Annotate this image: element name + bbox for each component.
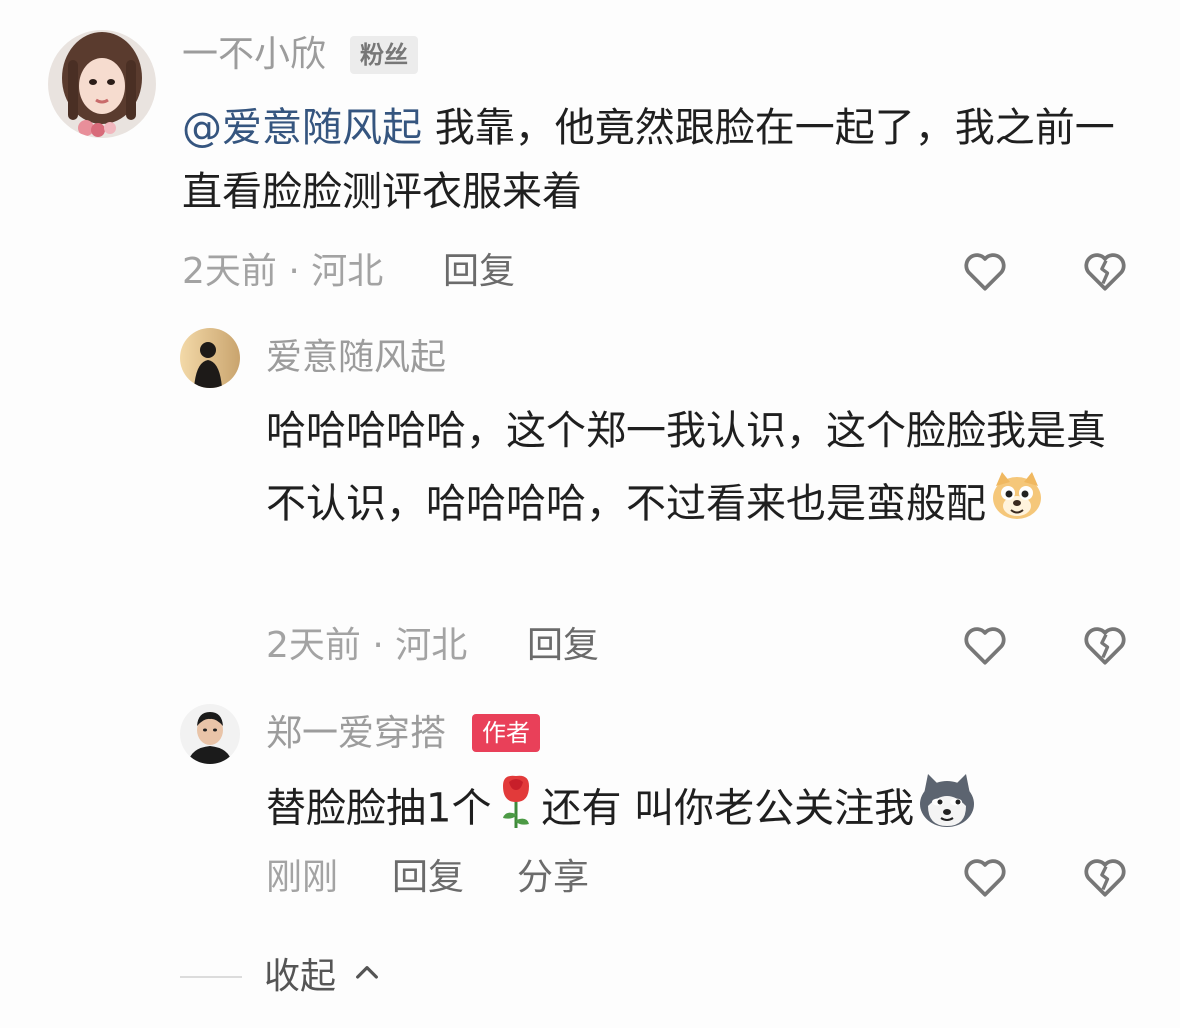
heart-icon[interactable]: [960, 852, 1010, 902]
comment-text-2: 哈哈哈哈哈，这个郑一我认识，这个脸脸我是真不认识，哈哈哈哈，不过看来也是蛮般配: [266, 396, 1126, 546]
mention-link[interactable]: @爱意随风起: [182, 105, 422, 151]
comment-body-3a: 替脸脸抽1个: [266, 785, 492, 832]
comment-text-1: @爱意随风起 我靠，他竟然跟脸在一起了，我之前一直看脸脸测评衣服来着: [182, 96, 1142, 224]
username-1[interactable]: 一不小欣: [182, 33, 326, 77]
rose-emoji: [493, 772, 539, 849]
comment-body-3b: 还有 叫你老公关注我: [541, 785, 915, 832]
collapse-button[interactable]: 收起: [264, 955, 383, 1000]
man-avatar-icon: [180, 704, 240, 764]
username-3[interactable]: 郑一爱穿搭: [266, 712, 446, 756]
comment-meta-2: 2天前 · 河北: [266, 625, 468, 666]
comment-time-3: 刚刚: [266, 857, 339, 898]
comment-text-3: 替脸脸抽1个 还有 叫你老公关注我: [266, 772, 1146, 849]
heart-icon[interactable]: [960, 620, 1010, 670]
comment-meta-1: 2天前 · 河北: [182, 251, 384, 292]
share-button[interactable]: 分享: [517, 856, 589, 900]
author-badge: 作者: [472, 714, 540, 752]
dog-emoji: [988, 466, 1046, 546]
fan-badge: 粉丝: [350, 36, 418, 74]
heart-icon[interactable]: [960, 246, 1010, 296]
husky-emoji: [916, 772, 978, 849]
username-2[interactable]: 爱意随风起: [266, 336, 446, 380]
collapse-label: 收起: [264, 956, 337, 997]
reply-button-3[interactable]: 回复: [392, 856, 464, 900]
comment-body-2: 哈哈哈哈哈，这个郑一我认识，这个脸脸我是真不认识，哈哈哈哈，不过看来也是蛮般配: [266, 408, 1106, 527]
girl-avatar-icon: [48, 30, 156, 138]
collapse-divider: [180, 976, 242, 978]
avatar-user-3[interactable]: [180, 704, 240, 764]
broken-heart-icon[interactable]: [1080, 620, 1130, 670]
reply-button-1[interactable]: 回复: [443, 250, 515, 294]
avatar-user-1[interactable]: [48, 30, 156, 138]
broken-heart-icon[interactable]: [1080, 852, 1130, 902]
broken-heart-icon[interactable]: [1080, 246, 1130, 296]
chevron-up-icon: [351, 956, 383, 1000]
avatar-user-2[interactable]: [180, 328, 240, 388]
silhouette-avatar-icon: [180, 328, 240, 388]
reply-button-2[interactable]: 回复: [527, 624, 599, 668]
